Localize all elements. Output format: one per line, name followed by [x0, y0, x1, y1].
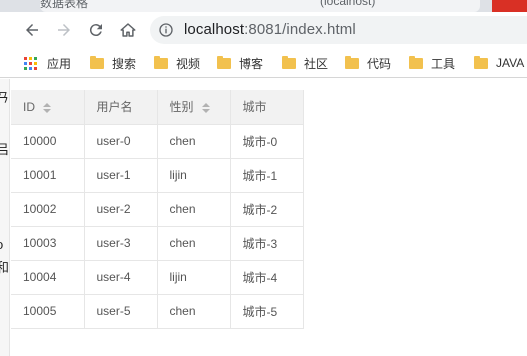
browser-toolbar: localhost:8081/index.html	[0, 12, 527, 48]
bookmark-label: 工具	[431, 56, 456, 71]
table-header-row: ID 用户名 性别 城市	[11, 90, 304, 125]
folder-icon	[154, 55, 168, 69]
bookmark-tools[interactable]: 工具	[409, 55, 455, 71]
cell-gender: chen	[157, 124, 231, 159]
edge-text: ㄢ	[0, 87, 9, 106]
bookmark-label: 搜索	[112, 56, 137, 71]
cell-gender: lijin	[157, 260, 231, 295]
bookmark-label: 社区	[304, 56, 329, 71]
cell-city: 城市-5	[230, 294, 304, 329]
arrow-right-icon	[58, 24, 70, 36]
cell-username: user-5	[84, 294, 158, 329]
cell-gender: lijin	[157, 158, 231, 193]
bookmark-apps[interactable]: 应用	[24, 55, 71, 71]
data-table: ID 用户名 性别 城市 10000 user-0 chen 城市-0 1000…	[11, 90, 304, 329]
bookmark-label: 代码	[367, 56, 392, 71]
cell-id: 10002	[11, 192, 85, 227]
cell-gender: chen	[157, 226, 231, 261]
reload-icon	[89, 24, 102, 37]
bookmark-search[interactable]: 搜索	[90, 55, 136, 71]
cell-username: user-2	[84, 192, 158, 227]
apps-grid-icon	[24, 56, 37, 70]
bookmarks-bar: 应用 搜索 视频 博客 社区 代码 工具 JAVA	[0, 48, 527, 78]
table-row[interactable]: 10005 user-5 chen 城市-5	[11, 294, 304, 329]
cell-username: user-4	[84, 260, 158, 295]
cell-city: 城市-1	[230, 158, 304, 193]
cell-username: user-3	[84, 226, 158, 261]
bookmark-java[interactable]: JAVA	[474, 55, 524, 71]
bookmark-code[interactable]: 代码	[345, 55, 391, 71]
cell-id: 10001	[11, 158, 85, 193]
edge-text: o	[0, 237, 3, 252]
sort-icon[interactable]	[201, 103, 210, 114]
tab-strip: 数据表格 (localhost)	[0, 0, 527, 12]
background-window-edge: /A ㄢ 吕 o 和	[0, 79, 10, 356]
arrow-left-icon	[26, 24, 38, 36]
bookmark-community[interactable]: 社区	[282, 55, 328, 71]
bookmark-video[interactable]: 视频	[154, 55, 200, 71]
back-button[interactable]	[20, 18, 44, 42]
home-button[interactable]	[116, 18, 140, 42]
edge-text: 和	[0, 257, 9, 276]
column-header-id[interactable]: ID	[11, 90, 85, 125]
window-close-button[interactable]	[492, 0, 527, 12]
info-icon[interactable]	[158, 22, 174, 38]
cell-gender: chen	[157, 294, 231, 329]
cell-city: 城市-4	[230, 260, 304, 295]
page-content: /A ㄢ 吕 o 和 ID 用户名 性别 城市 10000 user-0 che…	[0, 79, 527, 356]
sort-icon[interactable]	[43, 102, 51, 113]
table-row[interactable]: 10002 user-2 chen 城市-2	[11, 192, 304, 227]
folder-icon	[282, 55, 296, 69]
folder-icon	[90, 55, 104, 69]
folder-icon	[345, 55, 359, 69]
cell-id: 10000	[11, 124, 85, 159]
column-header-username: 用户名	[84, 90, 158, 125]
cell-username: user-0	[84, 124, 158, 159]
cell-id: 10005	[11, 294, 85, 329]
edge-text: 吕	[0, 139, 9, 158]
cell-city: 城市-2	[230, 192, 304, 227]
bookmark-label: 应用	[47, 56, 72, 71]
cell-city: 城市-3	[230, 226, 304, 261]
forward-button[interactable]	[52, 18, 76, 42]
table-row[interactable]: 10004 user-4 lijin 城市-4	[11, 260, 304, 295]
cell-username: user-1	[84, 158, 158, 193]
column-header-gender[interactable]: 性别	[157, 90, 231, 125]
url-text[interactable]: localhost:8081/index.html	[184, 21, 356, 38]
home-icon	[120, 23, 136, 37]
table-row[interactable]: 10000 user-0 chen 城市-0	[11, 124, 304, 159]
tab-title-secondary: (localhost)	[320, 0, 376, 8]
folder-icon	[474, 55, 488, 69]
bookmark-label: 博客	[239, 56, 264, 71]
bookmark-label: 视频	[176, 56, 201, 71]
cell-city: 城市-0	[230, 124, 304, 159]
folder-icon	[217, 55, 231, 69]
bookmark-label: JAVA	[496, 56, 525, 70]
tab-title[interactable]: 数据表格	[40, 0, 88, 11]
column-header-city: 城市	[230, 90, 304, 125]
cell-gender: chen	[157, 192, 231, 227]
cell-id: 10003	[11, 226, 85, 261]
folder-icon	[409, 55, 423, 69]
reload-button[interactable]	[84, 18, 108, 42]
bookmark-blog[interactable]: 博客	[217, 55, 263, 71]
table-row[interactable]: 10003 user-3 chen 城市-3	[11, 226, 304, 261]
address-bar[interactable]: localhost:8081/index.html	[150, 16, 527, 44]
table-row[interactable]: 10001 user-1 lijin 城市-1	[11, 158, 304, 193]
cell-id: 10004	[11, 260, 85, 295]
active-tab[interactable]	[40, 0, 480, 12]
